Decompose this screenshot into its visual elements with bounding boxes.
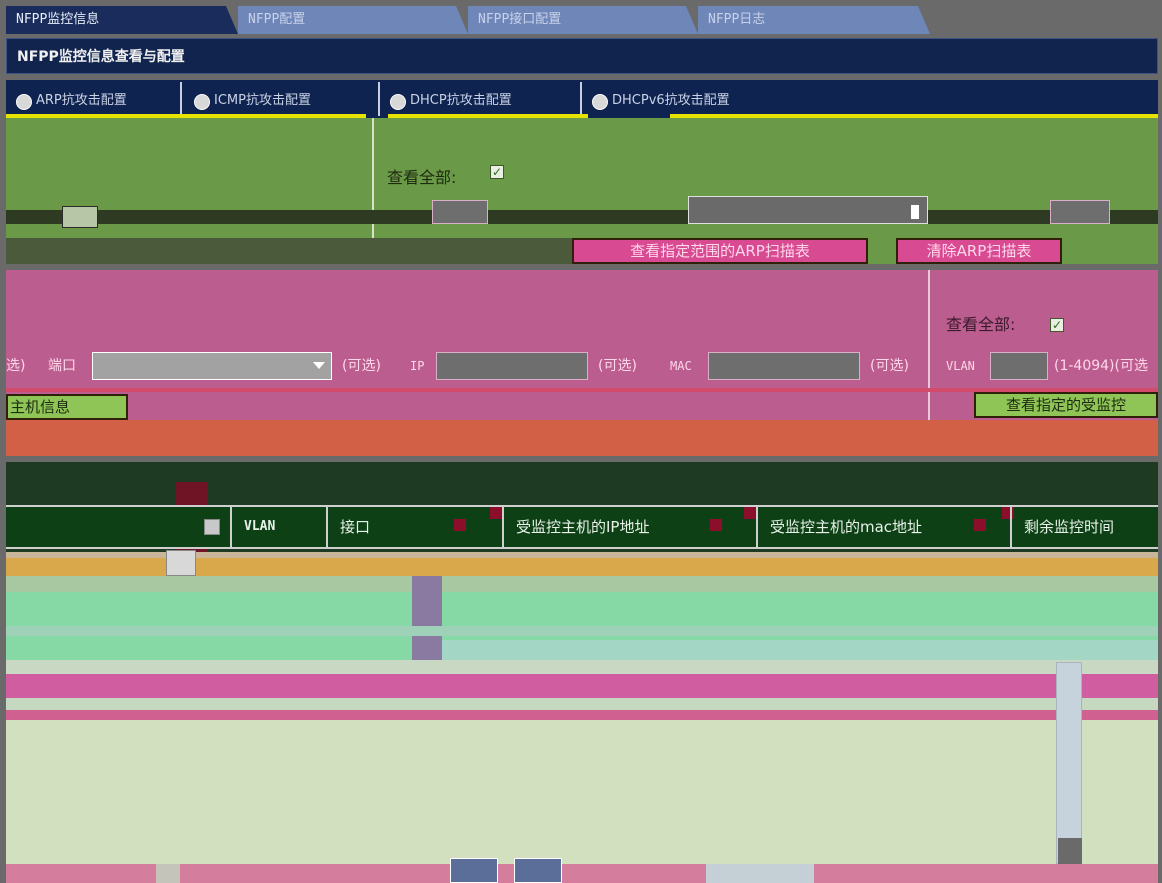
view-all-label: 查看全部: bbox=[946, 315, 1016, 334]
vlan-label: VLAN bbox=[946, 359, 975, 373]
port-select[interactable] bbox=[688, 196, 928, 224]
globe-icon bbox=[592, 94, 608, 110]
subtab-label: DHCP抗攻击配置 bbox=[410, 93, 512, 108]
mac-label: MAC bbox=[670, 359, 692, 373]
subtab-divider bbox=[180, 82, 182, 116]
monitored-host-table-header: VLAN 接口 受监控主机的IP地址 受监控主机的mac地址 剩余监控时间 bbox=[6, 505, 1158, 549]
subtab-dhcp[interactable]: DHCP抗攻击配置 bbox=[384, 90, 579, 112]
chevron-down-icon bbox=[313, 362, 325, 369]
view-all-checkbox[interactable]: ✓ bbox=[1050, 318, 1064, 332]
column-resize-handle[interactable] bbox=[412, 576, 442, 660]
table-row bbox=[6, 674, 1158, 698]
ip-input[interactable] bbox=[436, 352, 588, 380]
prev-page-button[interactable] bbox=[450, 858, 498, 883]
subtab-icmp[interactable]: ICMP抗攻击配置 bbox=[188, 90, 378, 112]
vlan-input[interactable] bbox=[1050, 200, 1110, 224]
optional-hint: (可选) bbox=[342, 358, 381, 374]
subtab-bar: ARP抗攻击配置 ICMP抗攻击配置 DHCP抗攻击配置 DHCPv6抗攻击配置 bbox=[6, 80, 1158, 118]
scroll-down-icon[interactable] bbox=[1058, 838, 1082, 864]
table-row bbox=[6, 576, 1158, 592]
vlan-range-hint: (1-4094)(可选 bbox=[1054, 358, 1148, 374]
view-all-hosts-button[interactable]: 主机信息 bbox=[6, 394, 128, 420]
ip-label: IP bbox=[410, 359, 425, 373]
globe-icon bbox=[194, 94, 210, 110]
sort-icon bbox=[744, 507, 756, 519]
view-range-arp-button[interactable]: 查看指定范围的ARP扫描表 bbox=[572, 238, 868, 264]
tab-nfpp-interface-config[interactable]: NFPP接口配置 bbox=[468, 6, 698, 34]
table-row bbox=[442, 640, 1158, 660]
chevron-down-icon bbox=[911, 205, 919, 219]
subtab-divider bbox=[378, 82, 380, 116]
optional-hint: 选) bbox=[6, 358, 26, 374]
port-select[interactable] bbox=[92, 352, 332, 380]
table-row bbox=[6, 626, 1158, 636]
subtab-label: DHCPv6抗攻击配置 bbox=[612, 93, 730, 108]
table-row bbox=[6, 710, 1158, 720]
tab-nfpp-log[interactable]: NFPP日志 bbox=[698, 6, 930, 34]
select-column bbox=[6, 507, 196, 547]
clear-arp-button[interactable]: 清除ARP扫描表 bbox=[896, 238, 1062, 264]
monitored-host-panel: 查看全部: ✓ 选) 端口 (可选) IP (可选) MAC (可选) VLAN… bbox=[6, 270, 1158, 456]
view-monitored-host-button[interactable]: 查看指定的受监控 bbox=[974, 392, 1158, 418]
panel-footer-band bbox=[6, 420, 1158, 456]
vertical-scrollbar[interactable] bbox=[1056, 662, 1082, 864]
sort-icon bbox=[710, 519, 722, 531]
arp-scan-panel: 查看全部: ✓ 查看指定范围的ARP扫描表 清除ARP扫描表 bbox=[6, 118, 1158, 264]
sort-icon bbox=[974, 519, 986, 531]
subtab-label: ARP抗攻击配置 bbox=[36, 93, 127, 108]
globe-icon bbox=[390, 94, 406, 110]
subtab-dhcpv6[interactable]: DHCPv6抗攻击配置 bbox=[586, 90, 796, 112]
table-body bbox=[6, 720, 1158, 864]
sort-icon bbox=[454, 519, 466, 531]
input-row-band bbox=[6, 210, 1158, 224]
tab-nfpp-monitor[interactable]: NFPP监控信息 bbox=[6, 6, 238, 34]
column-header-interface[interactable]: 接口 bbox=[326, 507, 506, 547]
optional-hint: (可选) bbox=[870, 358, 909, 374]
subtab-arp[interactable]: ARP抗攻击配置 bbox=[10, 90, 178, 112]
mac-input[interactable] bbox=[708, 352, 860, 380]
table-row bbox=[6, 698, 1158, 710]
scroll-up-icon[interactable] bbox=[166, 550, 196, 576]
page-title: NFPP监控信息查看与配置 bbox=[6, 38, 1158, 74]
pager-gap bbox=[156, 864, 180, 883]
column-header-host-mac[interactable]: 受监控主机的mac地址 bbox=[756, 507, 1010, 547]
subtab-label: ICMP抗攻击配置 bbox=[214, 93, 311, 108]
sort-icon bbox=[490, 507, 502, 519]
view-all-label: 查看全部: bbox=[387, 168, 457, 187]
column-header-remaining-time[interactable]: 剩余监控时间 bbox=[1010, 507, 1158, 547]
button-row-band bbox=[6, 238, 576, 264]
port-label: 端口 bbox=[48, 358, 76, 374]
ip-range-input[interactable] bbox=[432, 200, 488, 224]
tab-nfpp-config[interactable]: NFPP配置 bbox=[238, 6, 468, 34]
optional-hint: (可选) bbox=[598, 358, 637, 374]
ip-start-input[interactable] bbox=[62, 206, 98, 228]
view-all-checkbox[interactable]: ✓ bbox=[490, 165, 504, 179]
vlan-input[interactable] bbox=[990, 352, 1048, 380]
table-row bbox=[6, 660, 1158, 674]
page-info bbox=[706, 864, 814, 883]
select-all-checkbox[interactable] bbox=[204, 519, 220, 535]
globe-icon bbox=[16, 94, 32, 110]
subtab-divider bbox=[580, 82, 582, 116]
column-header-vlan[interactable]: VLAN bbox=[230, 507, 326, 547]
next-page-button[interactable] bbox=[514, 858, 562, 883]
